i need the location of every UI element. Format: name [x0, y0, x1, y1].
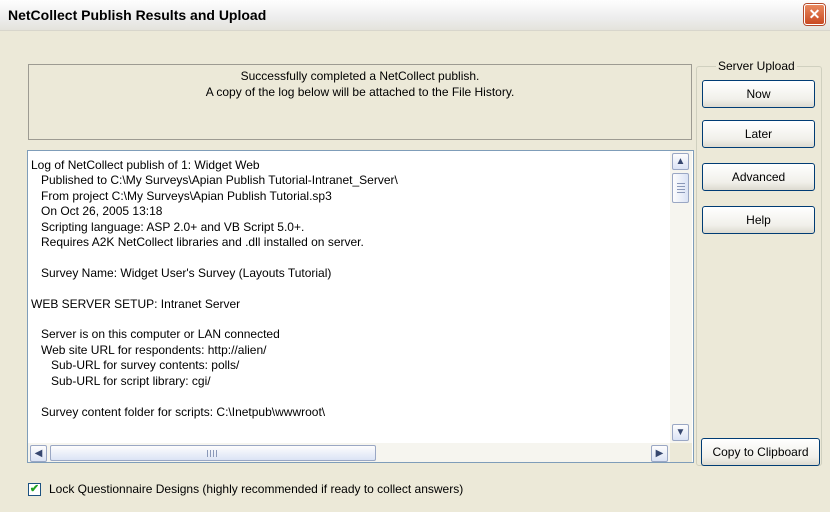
arrow-left-icon: ◀ [34, 448, 43, 459]
server-upload-label: Server Upload [716, 59, 797, 73]
log-line: Server is on this computer or LAN connec… [31, 327, 280, 342]
copy-to-clipboard-button[interactable]: Copy to Clipboard [701, 438, 820, 466]
log-line: On Oct 26, 2005 13:18 [31, 204, 163, 219]
log-line: WEB SERVER SETUP: Intranet Server [31, 296, 241, 311]
horizontal-scroll-thumb[interactable] [50, 445, 376, 461]
status-message-line-1: Successfully completed a NetCollect publ… [240, 69, 480, 83]
log-line: Sub-URL for survey contents: polls/ [31, 358, 240, 373]
log-line: Scripting language: ASP 2.0+ and VB Scri… [31, 219, 305, 234]
grip-icon [207, 450, 217, 457]
close-button[interactable]: ✕ [804, 4, 825, 25]
vertical-scrollbar[interactable]: ▲ ▼ [670, 151, 692, 443]
help-button[interactable]: Help [702, 206, 815, 234]
upload-later-button[interactable]: Later [702, 120, 815, 148]
scroll-down-button[interactable]: ▼ [672, 424, 689, 441]
upload-now-button[interactable]: Now [702, 80, 815, 108]
log-line: From project C:\My Surveys\Apian Publish… [31, 188, 332, 203]
close-icon: ✕ [808, 6, 821, 22]
log-line: Survey Name: Widget User's Survey (Layou… [31, 265, 332, 280]
status-message-line-2: A copy of the log below will be attached… [205, 85, 515, 99]
log-line: Published to C:\My Surveys\Apian Publish… [31, 173, 398, 188]
scroll-up-button[interactable]: ▲ [672, 153, 689, 170]
scroll-left-button[interactable]: ◀ [30, 445, 47, 462]
horizontal-scrollbar[interactable]: ◀ ▶ [28, 443, 670, 462]
arrow-down-icon: ▼ [675, 427, 686, 438]
log-line: Requires A2K NetCollect libraries and .d… [31, 235, 364, 250]
log-line: Web site URL for respondents: http://ali… [31, 342, 267, 357]
arrow-up-icon: ▲ [675, 156, 686, 167]
checkmark-icon: ✔ [29, 483, 40, 495]
lock-designs-label[interactable]: Lock Questionnaire Designs (highly recom… [49, 482, 463, 496]
status-message-box: Successfully completed a NetCollect publ… [28, 64, 692, 140]
title-bar: NetCollect Publish Results and Upload ✕ [0, 0, 830, 31]
scrollbar-corner [670, 443, 692, 462]
publish-log-textbox[interactable]: Log of NetCollect publish of 1: Widget W… [27, 150, 694, 463]
publish-log-text: Log of NetCollect publish of 1: Widget W… [31, 158, 667, 420]
lock-designs-checkbox[interactable]: ✔ [28, 483, 41, 496]
vertical-scroll-thumb[interactable] [672, 173, 689, 203]
log-line: Sub-URL for script library: cgi/ [31, 373, 211, 388]
window-title: NetCollect Publish Results and Upload [8, 7, 267, 23]
advanced-button[interactable]: Advanced [702, 163, 815, 191]
log-line: Log of NetCollect publish of 1: Widget W… [31, 158, 260, 172]
arrow-right-icon: ▶ [655, 448, 664, 459]
scroll-right-button[interactable]: ▶ [651, 445, 668, 462]
log-line: Survey content folder for scripts: C:\In… [31, 404, 326, 419]
grip-icon [677, 183, 685, 193]
